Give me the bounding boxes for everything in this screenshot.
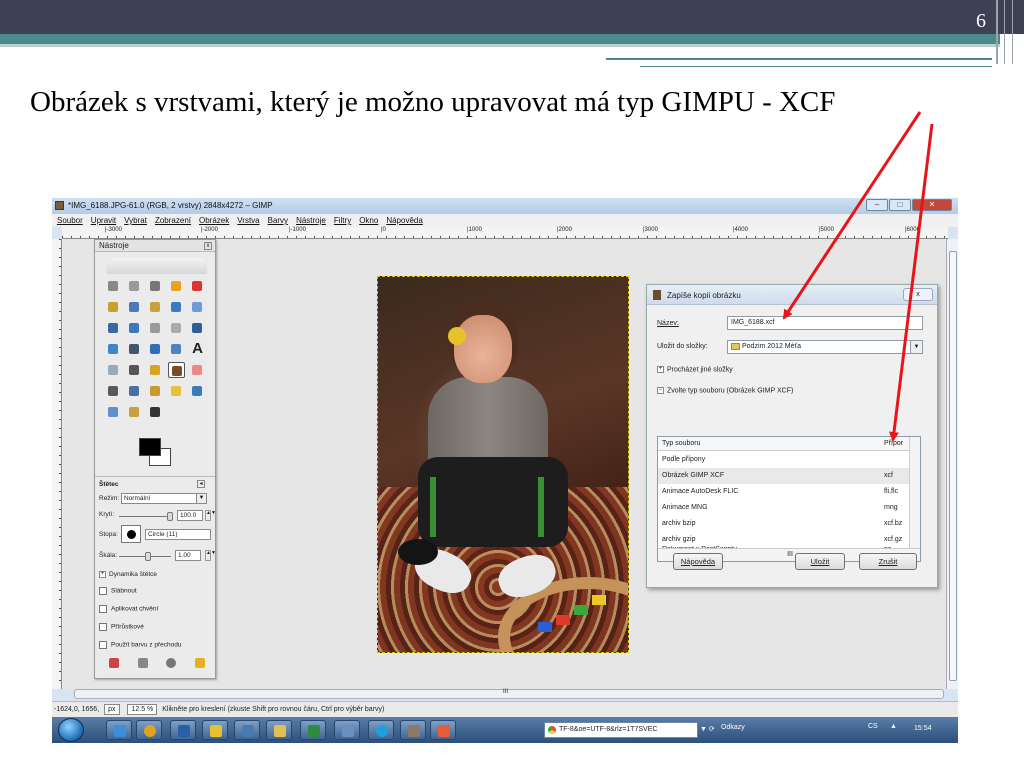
annotation-arrows	[782, 111, 934, 442]
slide: 6 Obrázek s vrstvami, který je možno upr…	[0, 0, 1024, 768]
arrow-to-filename	[782, 111, 922, 320]
arrow-to-xcf-extension	[889, 123, 934, 442]
